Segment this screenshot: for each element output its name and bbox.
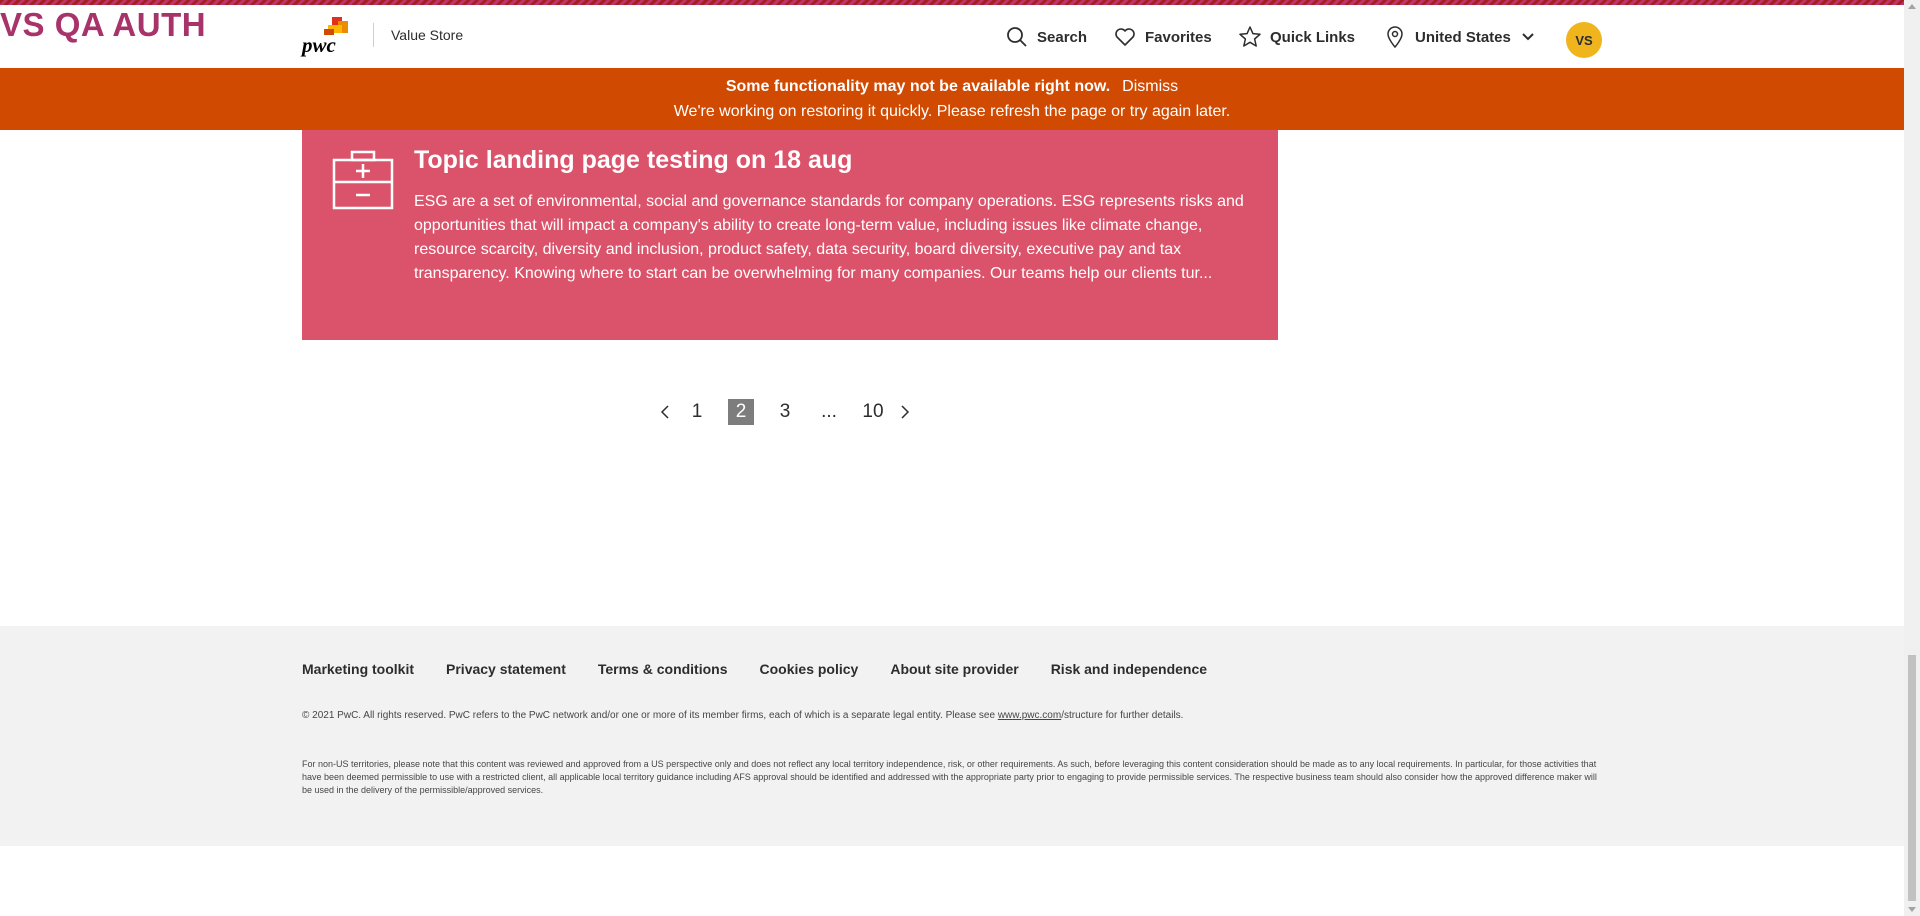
footer-link-cookies[interactable]: Cookies policy xyxy=(760,661,859,677)
nav-search-label: Search xyxy=(1037,28,1088,46)
page-ellipsis: ... xyxy=(821,401,837,422)
next-page-button[interactable] xyxy=(895,399,915,425)
country-selector[interactable]: United States xyxy=(1383,19,1535,55)
page-link-10[interactable]: 10 xyxy=(860,399,886,425)
page-link-1[interactable]: 1 xyxy=(684,399,710,425)
footer-link-risk[interactable]: Risk and independence xyxy=(1051,661,1207,677)
scrollbar-thumb[interactable] xyxy=(1908,655,1916,901)
site-name[interactable]: Value Store xyxy=(391,27,463,43)
vertical-scrollbar[interactable] xyxy=(1904,0,1920,916)
footer-link-privacy[interactable]: Privacy statement xyxy=(446,661,566,677)
previous-page-button[interactable] xyxy=(655,399,675,425)
pagination: 1 2 3 ... 10 xyxy=(655,399,915,425)
footer-links: Marketing toolkit Privacy statement Term… xyxy=(302,661,1239,677)
chevron-left-icon xyxy=(660,405,669,419)
page-link-3[interactable]: 3 xyxy=(772,399,798,425)
scroll-down-arrow-icon[interactable] xyxy=(1908,907,1916,912)
nav-quick-links-label: Quick Links xyxy=(1270,28,1356,46)
star-icon xyxy=(1238,25,1262,49)
alert-headline-row: Some functionality may not be available … xyxy=(0,78,1904,96)
environment-label: VS QA AUTH xyxy=(0,6,207,43)
nav-favorites[interactable]: Favorites xyxy=(1113,19,1212,55)
page-link-2[interactable]: 2 xyxy=(728,399,754,425)
alert-banner: Some functionality may not be available … xyxy=(0,68,1904,130)
alert-headline: Some functionality may not be available … xyxy=(725,78,1111,95)
user-avatar[interactable]: VS xyxy=(1566,22,1602,58)
copyright-text: © 2021 PwC. All rights reserved. PwC ref… xyxy=(302,710,1183,721)
nav-quick-links[interactable]: Quick Links xyxy=(1238,19,1355,55)
disclaimer-text: For non-US territories, please note that… xyxy=(302,759,1597,795)
copyright-pre: © 2021 PwC. All rights reserved. PwC ref… xyxy=(302,710,998,721)
footer-link-marketing-toolkit[interactable]: Marketing toolkit xyxy=(302,661,414,677)
alert-message: We're working on restoring it quickly. P… xyxy=(673,103,1231,120)
chevron-down-icon xyxy=(1521,30,1535,44)
first-aid-kit-icon xyxy=(332,150,394,210)
card-description: ESG are a set of environmental, social a… xyxy=(414,193,1244,282)
search-icon xyxy=(1005,25,1029,49)
heart-icon xyxy=(1113,25,1137,49)
footer-link-terms[interactable]: Terms & conditions xyxy=(598,661,728,677)
nav-search[interactable]: Search xyxy=(1005,19,1087,55)
pwc-com-link[interactable]: www.pwc.com xyxy=(998,710,1061,721)
card-title[interactable]: Topic landing page testing on 18 aug xyxy=(414,146,852,175)
copyright-post: /structure for further details. xyxy=(1061,710,1184,721)
chevron-right-icon xyxy=(901,405,910,419)
pwc-logo-text: pwc xyxy=(302,33,336,57)
location-pin-icon xyxy=(1383,25,1407,49)
site-footer: Marketing toolkit Privacy statement Term… xyxy=(0,626,1904,846)
nav-favorites-label: Favorites xyxy=(1145,28,1212,46)
topic-card[interactable]: Topic landing page testing on 18 aug ESG… xyxy=(302,130,1278,340)
country-label: United States xyxy=(1415,28,1511,46)
dismiss-button[interactable]: Dismiss xyxy=(1122,78,1178,95)
scroll-up-arrow-icon[interactable] xyxy=(1908,4,1916,9)
logo-divider xyxy=(373,23,374,47)
page: pwc Value Store Search Favorites Quick L… xyxy=(0,0,1920,916)
site-header: pwc Value Store Search Favorites Quick L… xyxy=(0,5,1904,68)
footer-link-site-provider[interactable]: About site provider xyxy=(890,661,1018,677)
